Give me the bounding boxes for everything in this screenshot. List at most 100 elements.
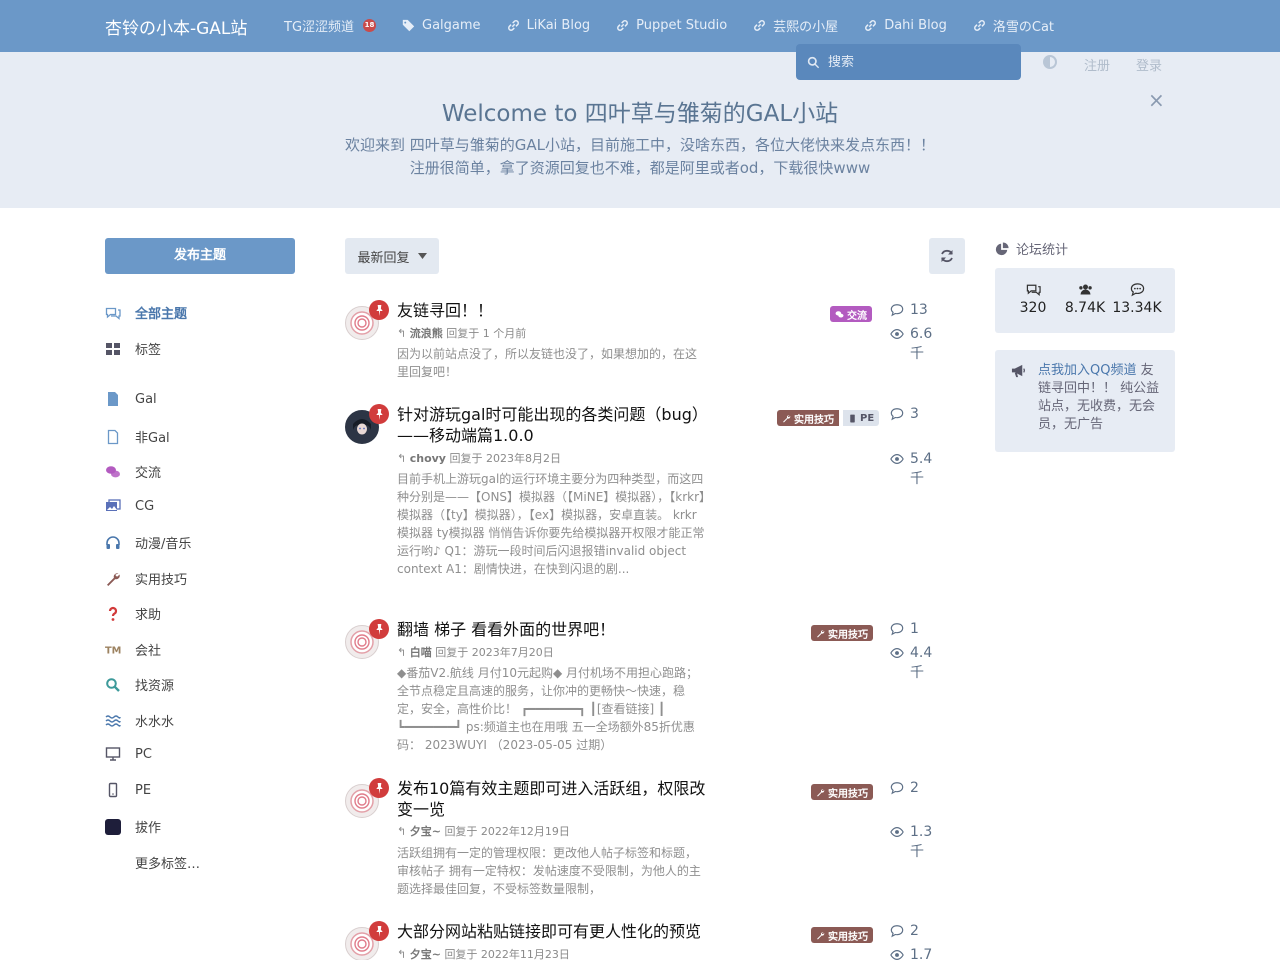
discussion-meta: ↰ 夕宝~ 回复于 2022年11月23日: [397, 946, 570, 960]
refresh-button[interactable]: [929, 238, 965, 274]
discussion-time: 回复于 1 个月前: [446, 327, 527, 340]
tag-badge-chat[interactable]: 交流: [830, 306, 872, 322]
nav-item-label: Puppet Studio: [636, 18, 728, 33]
discussion-title[interactable]: 针对游玩gal时可能出现的各类问题（bug）——移动端篇1.0.0: [397, 404, 712, 446]
link-icon: [754, 20, 766, 31]
discussion-title[interactable]: 大部分网站粘贴链接即可有更人性化的预览: [397, 921, 712, 942]
discussion-item[interactable]: 大部分网站粘贴链接即可有更人性化的预览 ↰ 夕宝~ 回复于 2022年11月23…: [345, 921, 965, 960]
sidebar-item-water[interactable]: 水水水: [105, 711, 174, 730]
age-18-icon: 18: [363, 19, 377, 32]
discussion-user[interactable]: chovy: [410, 452, 446, 465]
sidebar-item-anime-music[interactable]: 动漫/音乐: [105, 533, 191, 552]
qq-channel-link[interactable]: 点我加入QQ频道: [1038, 363, 1136, 378]
sidebar-item-all-discussions[interactable]: 全部主题: [105, 303, 187, 322]
sort-dropdown[interactable]: 最新回复: [345, 238, 439, 274]
tag-badge-tips[interactable]: 实用技巧: [811, 625, 873, 641]
link-icon: [865, 20, 877, 31]
site-brand[interactable]: 杏铃の小本-GAL站: [105, 14, 247, 39]
tag-label: 实用技巧: [828, 629, 868, 641]
nav-likai-blog[interactable]: LiKai Blog: [507, 16, 590, 35]
sidebar-item-label: 动漫/音乐: [135, 537, 192, 552]
nav-yunxi-house[interactable]: 芸熙の小屋: [753, 16, 838, 35]
sidebar-item-non-gal[interactable]: 非Gal: [105, 427, 170, 446]
discussion-item[interactable]: 翻墙 梯子 看看外面的世界吧！ ↰ 白喵 回复于 2023年7月20日 ◆番茄V…: [345, 619, 965, 759]
nav-luoxue-cat[interactable]: 洛雪のCat: [973, 16, 1054, 35]
close-hero-button[interactable]: ×: [1148, 88, 1165, 112]
headphones-icon: [106, 535, 120, 549]
start-discussion-button[interactable]: 发布主题: [105, 238, 295, 274]
stat-posts: 13.34K: [1111, 282, 1163, 316]
view-count: 4.4千: [890, 643, 936, 683]
tag-badge-tips[interactable]: 实用技巧: [811, 784, 873, 800]
stat-value: 13.34K: [1112, 300, 1162, 316]
sidebar-item-gal[interactable]: Gal: [105, 391, 157, 407]
svg-text:TM: TM: [105, 645, 121, 656]
nav-tg-channel[interactable]: TG涩涩频道 18: [284, 16, 377, 35]
reply-count-value: 3: [910, 406, 919, 422]
reply-count: 2: [890, 921, 919, 941]
sticky-pin-icon: [369, 778, 389, 798]
discussion-user[interactable]: 白喵: [410, 646, 432, 659]
tag-label: 实用技巧: [828, 788, 868, 800]
tag-badge-tips[interactable]: 实用技巧: [777, 410, 839, 426]
discussion-item[interactable]: 发布10篇有效主题即可进入活跃组，权限改变一览 ↰ 夕宝~ 回复于 2022年1…: [345, 778, 965, 900]
register-link[interactable]: 注册: [1084, 55, 1110, 74]
tag-badge-pe[interactable]: PE: [843, 410, 880, 426]
sidebar-item-label: Gal: [135, 391, 157, 407]
sidebar-item-pc[interactable]: PC: [105, 746, 152, 762]
sidebar-item-cg[interactable]: CG: [105, 498, 154, 514]
file-outline-icon: [107, 429, 119, 444]
sidebar-item-tags[interactable]: 标签: [105, 339, 161, 358]
discussion-user[interactable]: 夕宝~: [410, 948, 441, 960]
sidebar-item-pe[interactable]: PE: [105, 782, 151, 798]
comment-icon: [890, 408, 904, 421]
mobile-icon: [108, 782, 118, 798]
view-count: 6.6千: [890, 324, 936, 364]
discussion-title[interactable]: 友链寻回！！: [397, 300, 712, 321]
reply-icon: ↰: [397, 327, 410, 340]
wrench-icon: [783, 414, 791, 422]
view-count-value: 5.4千: [910, 451, 933, 487]
sidebar-item-label: 更多标签…: [135, 857, 201, 872]
sidebar-item-nukige[interactable]: 拔作: [105, 817, 161, 836]
nav-galgame[interactable]: Galgame: [402, 16, 481, 35]
sidebar-more-tags[interactable]: 更多标签…: [105, 853, 200, 872]
sidebar-item-find-resources[interactable]: 找资源: [105, 675, 174, 694]
water-icon: [105, 714, 121, 727]
stat-value: 8.74K: [1064, 300, 1106, 316]
wrench-icon: [817, 788, 825, 796]
reply-count-value: 13: [910, 302, 928, 318]
discussion-item[interactable]: 友链寻回！！ ↰ 流浪熊 回复于 1 个月前 因为以前站点没了，所以友链也没了，…: [345, 300, 965, 382]
comment-icon: [890, 304, 904, 317]
sidebar-item-label: PC: [135, 746, 152, 762]
view-count-value: 1.3千: [910, 824, 933, 860]
theme-toggle-icon[interactable]: [1043, 55, 1057, 69]
nav-dahi-blog[interactable]: Dahi Blog: [864, 16, 947, 35]
sticky-pin-icon: [369, 921, 389, 941]
discussion-title[interactable]: 发布10篇有效主题即可进入活跃组，权限改变一览: [397, 778, 712, 820]
discussion-item[interactable]: 针对游玩gal时可能出现的各类问题（bug）——移动端篇1.0.0 ↰ chov…: [345, 404, 965, 598]
sidebar-item-label: 求助: [135, 608, 162, 623]
discussion-meta: ↰ 白喵 回复于 2023年7月20日: [397, 644, 554, 660]
sidebar-item-help[interactable]: 求助: [105, 604, 161, 623]
sidebar-item-chat[interactable]: 交流: [105, 462, 161, 481]
sidebar-item-label: 全部主题: [135, 307, 188, 322]
reply-count-value: 2: [910, 780, 919, 796]
discussion-user[interactable]: 流浪熊: [410, 327, 443, 340]
tag-badge-tips[interactable]: 实用技巧: [811, 927, 873, 943]
nav-puppet-studio[interactable]: Puppet Studio: [616, 16, 727, 35]
search-input[interactable]: [828, 54, 1008, 70]
discussion-title[interactable]: 翻墙 梯子 看看外面的世界吧！: [397, 619, 712, 640]
sidebar-item-company[interactable]: TM 会社: [105, 640, 161, 659]
discussion-meta: ↰ chovy 回复于 2023年8月2日: [397, 450, 561, 466]
search-box[interactable]: [796, 44, 1021, 80]
forum-stats-heading: 论坛统计: [995, 239, 1068, 258]
link-icon: [507, 20, 519, 31]
discussion-user[interactable]: 夕宝~: [410, 825, 441, 838]
pie-chart-icon: [995, 241, 1009, 255]
tag-label: 实用技巧: [794, 414, 834, 426]
sidebar-item-tips[interactable]: 实用技巧: [105, 569, 187, 588]
mobile-icon: [850, 414, 855, 422]
login-link[interactable]: 登录: [1136, 55, 1162, 74]
sidebar-item-label: CG: [135, 498, 155, 514]
